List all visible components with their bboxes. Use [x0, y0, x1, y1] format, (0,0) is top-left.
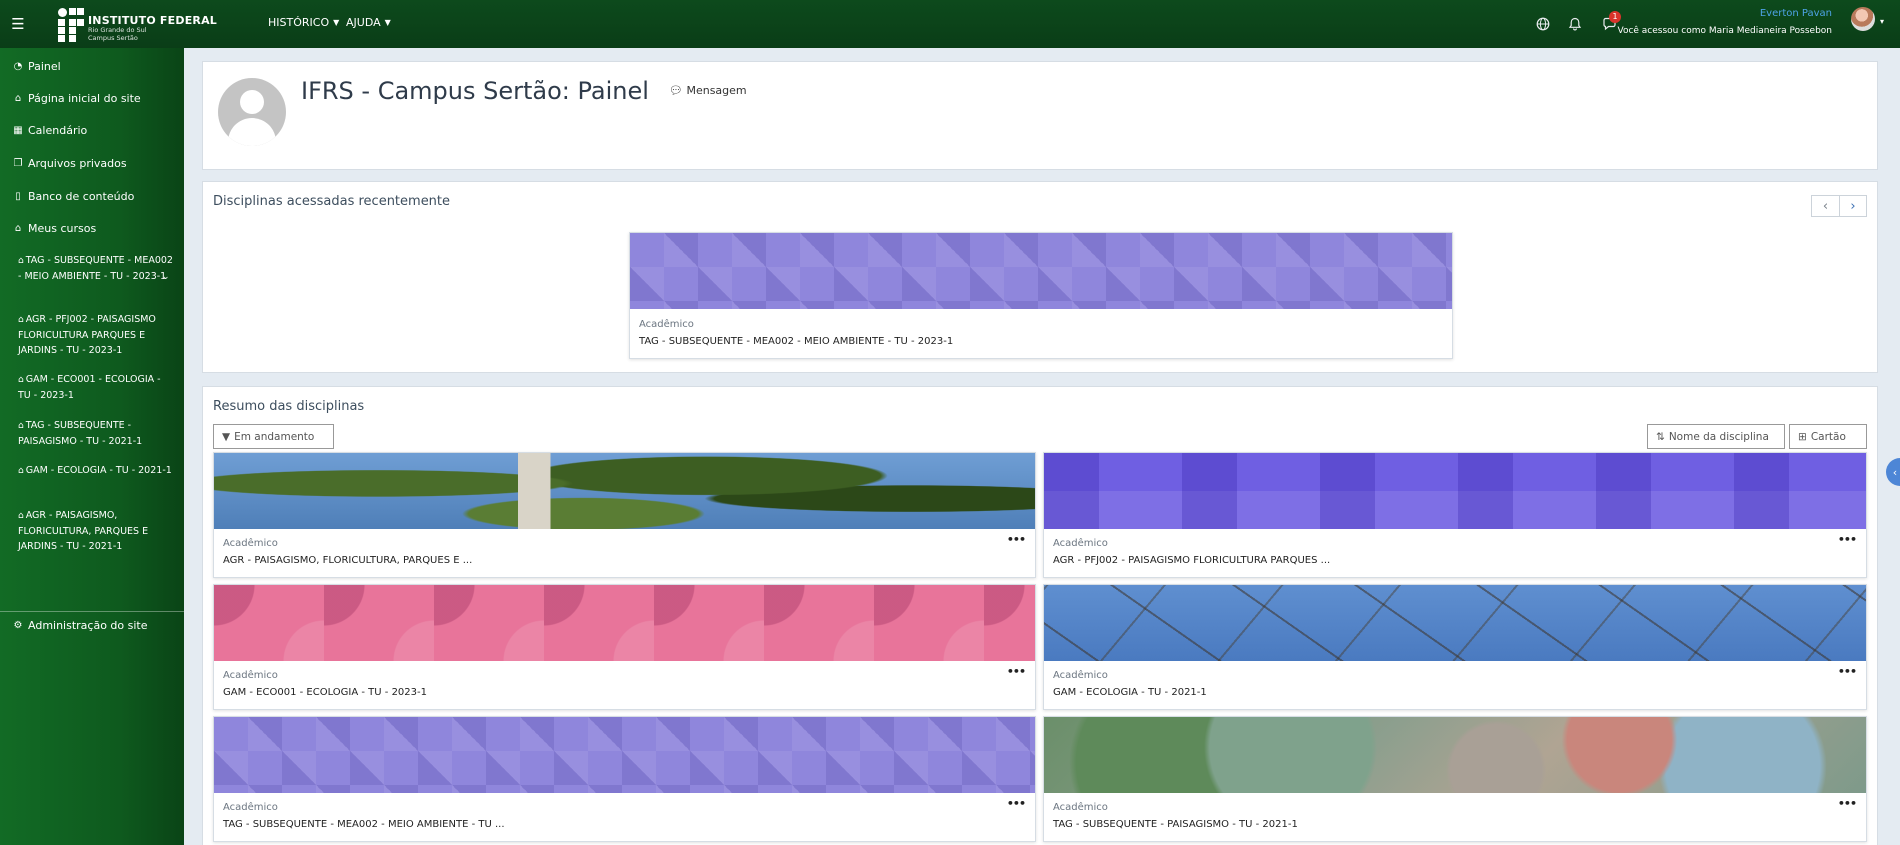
more-options-icon[interactable]: ••• [1007, 533, 1026, 546]
caret-down-icon: ▼ [333, 18, 340, 27]
graduation-cap-icon: ⌂ [18, 375, 24, 385]
logo-subtitle: Rio Grande do Sul Campus Sertão [88, 26, 147, 42]
course-category: Acadêmico [223, 802, 278, 813]
course-category: Acadêmico [1053, 802, 1108, 813]
sidebar-course-item[interactable]: ⌂ GAM - ECO001 - ECOLOGIA - TU - 2023-1 [18, 372, 176, 403]
course-overview-block: Resumo das disciplinas ▼ Em andamento ⇅ No… [202, 386, 1878, 845]
drawer-toggle-chevron-left-icon[interactable]: ‹ [1886, 458, 1900, 486]
home-icon: ⌂ [14, 93, 22, 104]
course-category: Acadêmico [223, 538, 278, 549]
graduation-cap-icon: ⌂ [18, 421, 24, 431]
course-card[interactable]: Acadêmico AGR - PFJ002 - PAISAGISMO FLOR… [1043, 452, 1867, 578]
sidebar-item-painel[interactable]: ◔ Painel [12, 60, 61, 73]
user-name[interactable]: Everton Pavan [1760, 8, 1832, 19]
clipboard-icon: ▯ [15, 191, 21, 202]
section-title: Disciplinas acessadas recentemente [213, 194, 451, 209]
course-image[interactable] [214, 453, 1035, 529]
sidebar-course-item[interactable]: ⌂ TAG - SUBSEQUENTE - PAISAGISMO - TU - 2… [18, 418, 176, 449]
view-dropdown[interactable]: ⊞ Cartão [1789, 424, 1867, 449]
course-category: Acadêmico [223, 670, 278, 681]
logged-in-as-text: Você acessou como Maria Medianeira Posse… [1617, 26, 1832, 36]
page-title: IFRS - Campus Sertão: Painel [301, 77, 649, 105]
recent-courses-block: Disciplinas acessadas recentemente ‹ › A… [202, 181, 1878, 373]
sidebar-item-admin[interactable]: ⚙ Administração do site [12, 619, 148, 632]
course-name[interactable]: TAG - SUBSEQUENTE - MEA002 - MEIO AMBIEN… [223, 819, 505, 830]
course-image[interactable] [1044, 453, 1866, 529]
caret-down-icon: ▼ [384, 18, 391, 27]
sort-dropdown[interactable]: ⇅ Nome da disciplina [1647, 424, 1785, 449]
graduation-cap-icon: ⌂ [18, 511, 24, 521]
grid-icon: ⊞ [1798, 430, 1807, 443]
more-options-icon[interactable]: ••• [1838, 797, 1857, 810]
course-name[interactable]: AGR - PFJ002 - PAISAGISMO FLORICULTURA P… [1053, 555, 1330, 566]
sidebar-course-item[interactable]: ⌂ GAM - ECOLOGIA - TU - 2021-1 [18, 463, 176, 479]
course-name[interactable]: TAG - SUBSEQUENTE - MEA002 - MEIO AMBIEN… [639, 336, 953, 347]
filter-icon: ▼ [222, 430, 231, 443]
course-image[interactable] [214, 717, 1035, 793]
logo-grid-icon [56, 6, 84, 42]
menu-historico[interactable]: HISTÓRICO ▼ [268, 16, 339, 29]
course-category: Acadêmico [1053, 538, 1108, 549]
course-image[interactable] [1044, 717, 1866, 793]
course-image[interactable] [630, 233, 1452, 309]
notifications-bell-icon[interactable] [1566, 15, 1584, 33]
course-card[interactable]: Acadêmico GAM - ECOLOGIA - TU - 2021-1 •… [1043, 584, 1867, 710]
course-card[interactable]: Acadêmico GAM - ECO001 - ECOLOGIA - TU -… [213, 584, 1036, 710]
messages-count-badge: 1 [1609, 11, 1621, 23]
course-name[interactable]: TAG - SUBSEQUENTE - PAISAGISMO - TU - 20… [1053, 819, 1298, 830]
sidebar-divider [0, 611, 184, 612]
course-image[interactable] [1044, 585, 1866, 661]
recent-course-card[interactable]: Acadêmico TAG - SUBSEQUENTE - MEA002 - M… [629, 232, 1453, 359]
course-card[interactable]: Acadêmico TAG - SUBSEQUENTE - MEA002 - M… [213, 716, 1036, 842]
course-category: Acadêmico [639, 319, 694, 330]
course-category: Acadêmico [1053, 670, 1108, 681]
sidebar-item-arquivos[interactable]: ❐ Arquivos privados [12, 157, 127, 170]
ifrs-logo[interactable]: INSTITUTO FEDERAL Rio Grande do Sul Camp… [56, 6, 217, 42]
more-options-icon[interactable]: ••• [1838, 533, 1857, 546]
hamburger-menu-icon[interactable]: ☰ [6, 12, 30, 36]
graduation-cap-icon: ⌂ [14, 223, 22, 234]
sidebar-item-banco[interactable]: ▯ Banco de conteúdo [12, 190, 134, 203]
sidebar-item-meus-cursos[interactable]: ⌂ Meus cursos [12, 222, 96, 235]
comment-icon: 💬︎ [669, 84, 683, 97]
sidebar-course-item[interactable]: ⌂ AGR - PFJ002 - PAISAGISMO FLORICULTURA … [18, 312, 176, 358]
more-options-icon[interactable]: ••• [1007, 797, 1026, 810]
files-icon: ❐ [13, 158, 23, 169]
filter-dropdown[interactable]: ▼ Em andamento [213, 424, 334, 449]
profile-avatar [218, 78, 286, 146]
more-options-icon[interactable]: ••• [1007, 665, 1026, 678]
course-name[interactable]: GAM - ECO001 - ECOLOGIA - TU - 2023-1 [223, 687, 427, 698]
section-title: Resumo das disciplinas [213, 399, 365, 414]
more-options-icon[interactable]: ••• [1838, 665, 1857, 678]
course-image[interactable] [214, 585, 1035, 661]
language-globe-icon[interactable] [1534, 15, 1552, 33]
sidebar-course-item[interactable]: ⌂ AGR - PAISAGISMO, FLORICULTURA, PARQUES… [18, 508, 176, 554]
caret-down-icon[interactable]: ▾ [1880, 17, 1884, 26]
chevron-right-icon[interactable]: › [1839, 195, 1867, 217]
sidebar-course-item[interactable]: ⌂ TAG - SUBSEQUENTE - MEA002 - MEIO AMBIE… [18, 253, 176, 284]
carousel-nav: ‹ › [1811, 195, 1867, 217]
graduation-cap-icon: ⌂ [18, 256, 24, 266]
user-avatar[interactable] [1851, 7, 1875, 31]
graduation-cap-icon: ⌂ [18, 466, 24, 476]
top-navbar: ☰ INSTITUTO FEDERAL Rio Grande do Sul Ca… [0, 0, 1900, 48]
sort-icon: ⇅ [1656, 430, 1665, 443]
calendar-icon: ▦ [13, 125, 23, 136]
message-link[interactable]: 💬︎ Mensagem [669, 84, 747, 97]
menu-ajuda[interactable]: AJUDA ▼ [346, 16, 391, 29]
course-name[interactable]: AGR - PAISAGISMO, FLORICULTURA, PARQUES … [223, 555, 472, 566]
course-card[interactable]: Acadêmico TAG - SUBSEQUENTE - PAISAGISMO… [1043, 716, 1867, 842]
gear-icon: ⚙ [13, 620, 23, 631]
graduation-cap-icon: ⌂ [18, 315, 24, 325]
left-sidebar: ◔ Painel ⌂ Página inicial do site ▦ Calendá… [0, 48, 184, 845]
page-header: IFRS - Campus Sertão: Painel 💬︎ Mensagem [202, 61, 1878, 170]
dashboard-icon: ◔ [13, 61, 23, 72]
chevron-left-icon[interactable]: ‹ [1811, 195, 1839, 217]
course-name[interactable]: GAM - ECOLOGIA - TU - 2021-1 [1053, 687, 1207, 698]
sidebar-item-calendario[interactable]: ▦ Calendário [12, 124, 87, 137]
course-card[interactable]: Acadêmico AGR - PAISAGISMO, FLORICULTURA… [213, 452, 1036, 578]
sidebar-item-home[interactable]: ⌂ Página inicial do site [12, 92, 141, 105]
